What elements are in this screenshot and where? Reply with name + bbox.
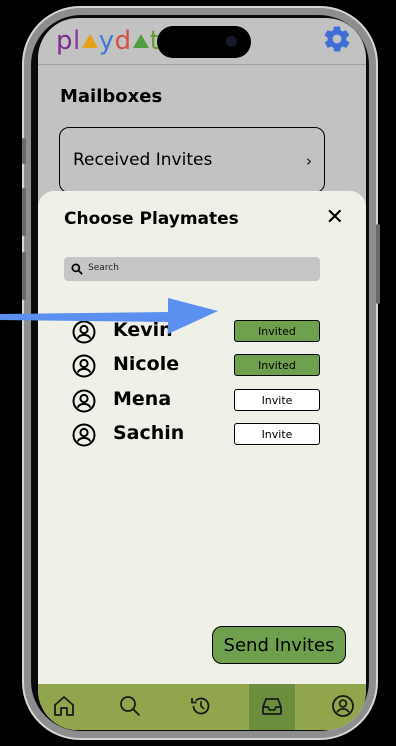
search-placeholder: Search	[88, 263, 119, 273]
search-icon	[71, 263, 83, 275]
tab-search[interactable]	[107, 684, 153, 730]
invited-button[interactable]: Invited	[234, 320, 320, 342]
playmate-row: Nicole Invited	[72, 351, 332, 381]
playmate-row: Sachin Invite	[72, 420, 332, 450]
tab-profile[interactable]	[320, 684, 366, 730]
playmate-name: Nicole	[113, 353, 180, 375]
close-icon[interactable]: ✕	[326, 205, 344, 230]
dynamic-island	[157, 26, 251, 58]
tab-bar	[38, 684, 366, 730]
choose-playmates-sheet: Choose Playmates ✕ Search Kevin Invited …	[38, 191, 366, 730]
received-invites-label: Received Invites	[73, 150, 213, 170]
home-icon	[54, 696, 74, 716]
invite-button[interactable]: Invite	[234, 423, 320, 445]
avatar-icon	[72, 354, 96, 378]
tab-inbox[interactable]	[249, 684, 295, 730]
tab-home[interactable]	[41, 684, 87, 730]
search-input[interactable]: Search	[64, 257, 320, 281]
tab-history[interactable]	[178, 684, 224, 730]
chevron-right-icon: ›	[306, 152, 312, 170]
phone-volume-down-button	[22, 252, 26, 300]
invite-button[interactable]: Invite	[234, 389, 320, 411]
camera-lens	[226, 36, 237, 47]
phone-power-button	[376, 224, 380, 304]
profile-icon	[332, 695, 354, 717]
avatar-icon	[72, 389, 96, 413]
gear-icon[interactable]	[322, 24, 352, 54]
search-icon	[120, 696, 140, 716]
send-invites-button[interactable]: Send Invites	[212, 626, 346, 664]
playmate-name: Sachin	[113, 422, 185, 444]
phone-side-button	[22, 138, 26, 164]
invited-button[interactable]: Invited	[234, 354, 320, 376]
app-logo: pl yd t	[56, 26, 161, 56]
inbox-icon	[262, 698, 282, 715]
playmate-name: Mena	[113, 388, 172, 410]
phone-volume-up-button	[22, 188, 26, 236]
annotation-arrow-icon	[0, 298, 218, 334]
page-title: Mailboxes	[60, 86, 163, 107]
avatar-icon	[72, 423, 96, 447]
received-invites-button[interactable]: Received Invites ›	[59, 127, 325, 193]
header-divider	[38, 64, 366, 65]
sheet-title: Choose Playmates	[64, 209, 239, 229]
playmate-row: Mena Invite	[72, 386, 332, 416]
app-screen: pl yd t Mailboxes Received Invites › Choos…	[38, 18, 366, 730]
history-icon	[191, 697, 210, 715]
